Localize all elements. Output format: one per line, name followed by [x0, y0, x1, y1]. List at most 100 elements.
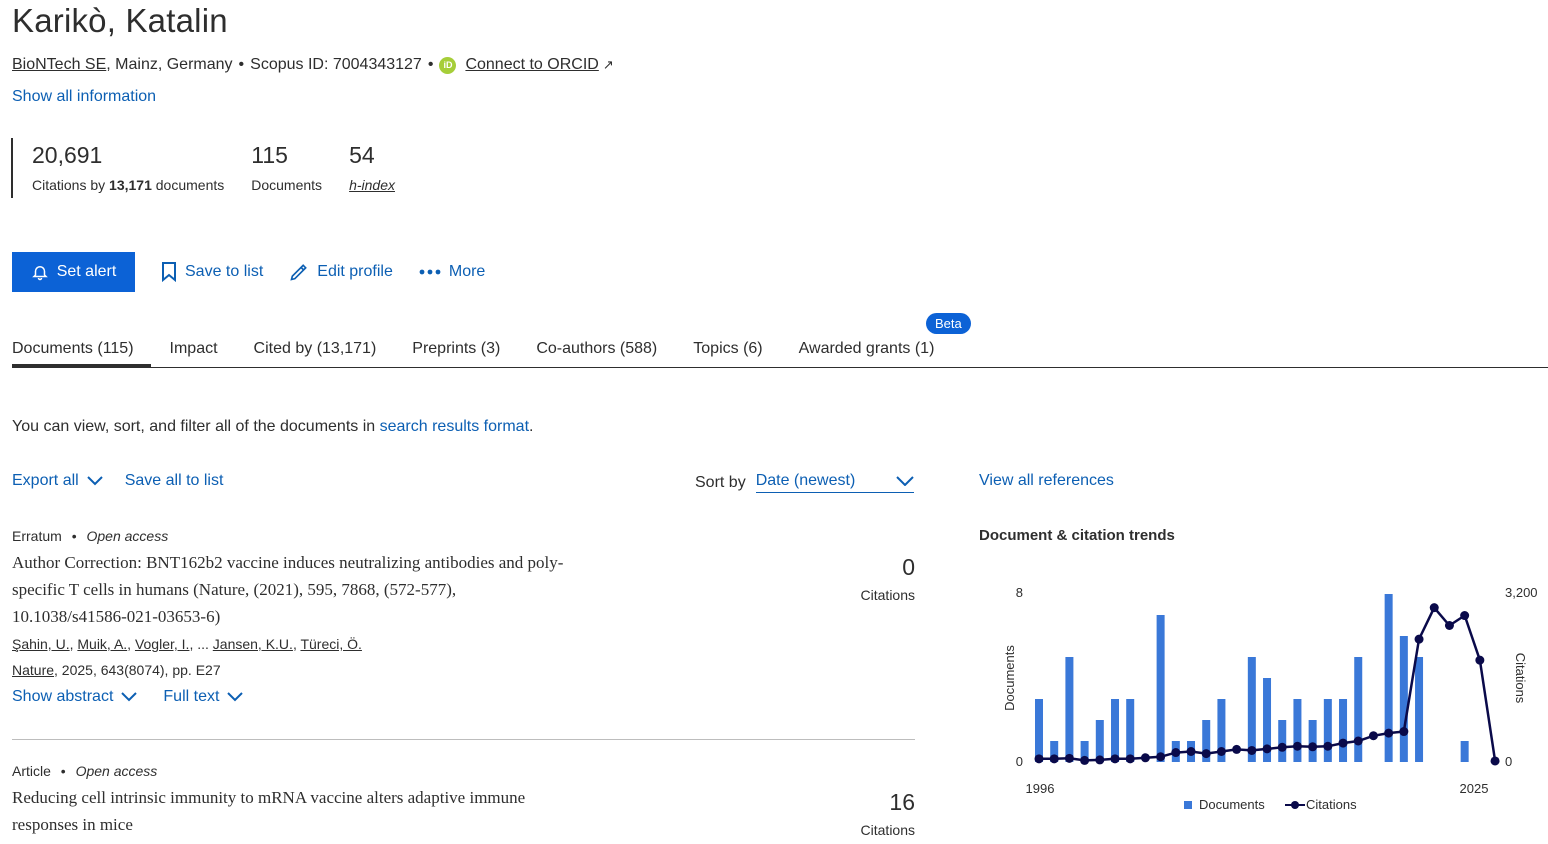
show-all-information-link[interactable]: Show all information [12, 88, 156, 106]
chevron-down-icon [895, 476, 914, 486]
chart-bar [1308, 720, 1317, 762]
set-alert-label: Set alert [56, 263, 117, 280]
separator-dot: • [238, 56, 245, 73]
more-button[interactable]: More [419, 263, 485, 281]
tab-documents[interactable]: Documents (115) [12, 336, 150, 368]
chart-title: Document & citation trends [979, 527, 1175, 544]
author-link[interactable]: Jansen, K.U. [213, 636, 293, 652]
tab-cited-by[interactable]: Cited by (13,171) [254, 336, 377, 367]
metrics-panel: 20,691 Citations by 13,171 documents 115… [11, 138, 422, 198]
citations-count: 20,691 [32, 142, 103, 168]
citation-label: Citations [860, 822, 915, 838]
note-text: You can view, sort, and filter all of th… [12, 418, 376, 435]
sort-control: Sort by Date (newest) [695, 472, 914, 493]
author-link[interactable]: Vogler, I. [135, 636, 189, 652]
chart-point [1338, 738, 1348, 748]
profile-actions: Set alert Save to list Edit profile More [12, 252, 485, 292]
document-title[interactable]: Author Correction: BNT162b2 vaccine indu… [12, 549, 572, 630]
chart-bar [1278, 720, 1287, 762]
legend-citations-label: Citations [1306, 797, 1357, 812]
save-to-list-label: Save to list [185, 263, 264, 280]
chevron-down-icon [86, 476, 103, 486]
chart-point [1125, 754, 1135, 764]
hindex-metric: 54 h-index [349, 138, 395, 198]
author-link[interactable]: Türeci, Ö. [300, 636, 361, 652]
chart-bar [1035, 699, 1043, 762]
document-item: Article • Open access Reducing cell intr… [12, 763, 915, 838]
document-citations: 0 Citations [861, 554, 915, 603]
chart-bar [1126, 699, 1135, 762]
documents-label: Documents [251, 177, 323, 193]
set-alert-button[interactable]: Set alert [12, 252, 135, 292]
citation-label: Citations [860, 587, 915, 603]
show-abstract-button[interactable]: Show abstract [12, 688, 138, 706]
pencil-icon [290, 264, 308, 281]
tab-co-authors[interactable]: Co-authors (588) [536, 336, 657, 367]
show-abstract-label: Show abstract [12, 688, 114, 705]
view-documents-note: You can view, sort, and filter all of th… [12, 418, 533, 436]
chart-point [1262, 744, 1272, 754]
tab-topics[interactable]: Topics (6) [693, 336, 762, 367]
chart-point [1186, 747, 1196, 756]
bookmark-icon [162, 262, 176, 282]
export-all-label: Export all [12, 472, 79, 489]
save-all-to-list-button[interactable]: Save all to list [125, 472, 224, 490]
y-left-axis-label: Documents [1002, 645, 1017, 711]
view-all-references-link[interactable]: View all references [979, 472, 1114, 490]
save-to-list-button[interactable]: Save to list [161, 262, 263, 282]
document-meta: Article • Open access [12, 763, 915, 779]
author-link[interactable]: Şahin, U. [12, 636, 70, 652]
external-link-icon: ↗ [602, 57, 614, 72]
affiliation-line: BioNTech SE , Mainz, Germany • Scopus ID… [12, 56, 614, 74]
sort-select[interactable]: Date (newest) [755, 472, 914, 493]
chart-point [1080, 755, 1090, 765]
chart-point [1460, 611, 1470, 621]
profile-tabs: Documents (115) Impact Cited by (13,171)… [12, 336, 1548, 368]
chart-point [1140, 753, 1150, 763]
citations-label: Citations by 13,171 documents [32, 177, 224, 193]
tab-preprints[interactable]: Preprints (3) [412, 336, 500, 367]
x-tick-label: 2025 [1460, 781, 1489, 796]
separator-dot: • [427, 56, 434, 73]
open-access-label: Open access [75, 763, 158, 779]
document-title[interactable]: Reducing cell intrinsic immunity to mRNA… [12, 784, 572, 838]
beta-badge: Beta [926, 313, 971, 334]
chart-point [1399, 727, 1409, 737]
chart-point [1156, 752, 1166, 762]
chart-bar [1415, 657, 1424, 762]
document-type: Article [12, 763, 51, 779]
legend-documents-swatch [1184, 801, 1192, 809]
source-details: , 2025, 643(8074), pp. E27 [54, 662, 221, 678]
export-all-button[interactable]: Export all [12, 472, 103, 490]
affiliation-link[interactable]: BioNTech SE [12, 56, 106, 74]
edit-profile-button[interactable]: Edit profile [289, 262, 393, 282]
chart-point [1292, 741, 1302, 751]
chart-point [1353, 736, 1363, 746]
document-links: Show abstract Full text [12, 688, 915, 706]
author-link[interactable]: Muik, A. [77, 636, 127, 652]
document-divider [12, 739, 915, 740]
chart-point [1429, 603, 1439, 613]
chart-bar [1354, 657, 1363, 762]
chevron-down-icon [227, 692, 244, 702]
separator-dot: • [71, 528, 77, 544]
scopus-id: Scopus ID: 7004343127 [250, 56, 422, 73]
chart-point [1064, 753, 1074, 763]
chart-point [1201, 749, 1211, 759]
edit-profile-label: Edit profile [317, 263, 393, 280]
chart-point [1232, 744, 1242, 754]
authors-ellipsis: ... [197, 636, 209, 652]
search-results-format-link[interactable]: search results format [380, 418, 529, 435]
document-authors: Şahin, U., Muik, A., Vogler, I., ... Jan… [12, 636, 362, 652]
connect-orcid-link[interactable]: Connect to ORCID [465, 56, 598, 74]
full-text-button[interactable]: Full text [163, 688, 244, 706]
chart-point [1216, 747, 1226, 756]
chart-bar [1339, 699, 1348, 762]
chart-point [1110, 754, 1120, 764]
hindex-label[interactable]: h-index [349, 177, 395, 193]
tab-awarded-grants[interactable]: Awarded grants (1) [799, 336, 935, 367]
tab-impact[interactable]: Impact [170, 336, 218, 367]
journal-link[interactable]: Nature [12, 662, 54, 678]
citations-label-pre: Citations by [32, 177, 106, 193]
hindex-value: 54 [349, 142, 375, 168]
